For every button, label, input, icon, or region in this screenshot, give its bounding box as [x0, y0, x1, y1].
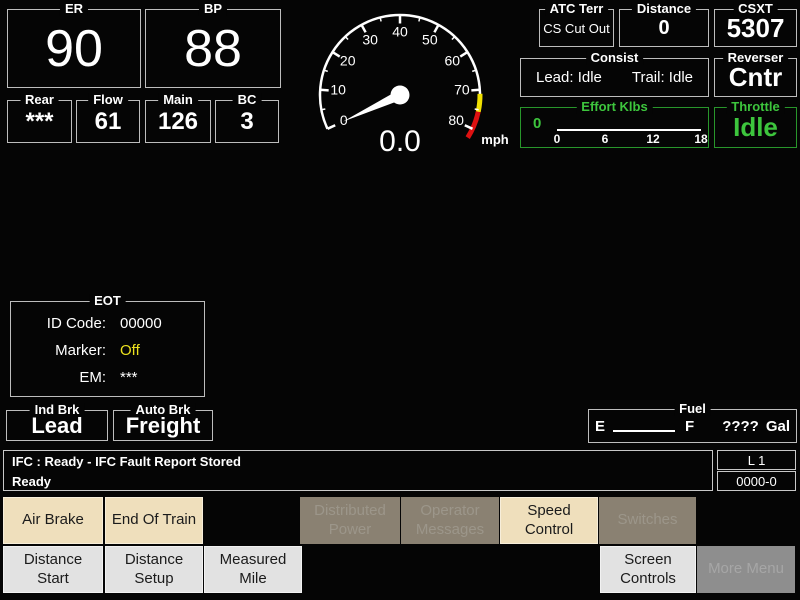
reverser-label: Reverser [722, 51, 789, 65]
consist-label: Consist [585, 51, 644, 65]
status-cell-top: L 1 [717, 450, 796, 470]
consist-lead-status: Lead: Idle [535, 69, 602, 86]
ifc-cab-display: ER 90 BP 88 Rear *** Flow 61 Main 126 BC… [0, 0, 800, 600]
distance-label: Distance [631, 2, 697, 16]
unit-number-value: 5307 [726, 12, 785, 43]
eot-em-label: EM: [79, 369, 106, 386]
eot-label: EOT [89, 294, 126, 308]
bp-value: 88 [184, 19, 242, 78]
speed-units-label: mph [481, 132, 509, 147]
er-value: 90 [45, 19, 103, 78]
bc-pressure-panel: BC 3 [215, 93, 279, 143]
er-label: ER [59, 2, 89, 16]
distance-panel: Distance 0 [619, 2, 709, 47]
consist-panel: Consist Lead: Idle Trail: Idle [520, 51, 709, 97]
distributed-power-button: Distributed Power [300, 497, 400, 544]
speedometer-gauge: 0102030 40 50607080 0.0 mph [318, 13, 509, 156]
atc-terr-panel: ATC Terr CS Cut Out [539, 2, 614, 47]
auto-brk-panel: Auto Brk Freight [113, 403, 213, 441]
eot-em-value: *** [120, 369, 138, 386]
svg-text:60: 60 [445, 52, 461, 68]
switches-button: Switches [599, 497, 696, 544]
measured-mile-button[interactable]: Measured Mile [204, 546, 302, 593]
effort-tick-12: 12 [646, 132, 660, 146]
fuel-label: Fuel [674, 402, 711, 416]
effort-tick-6: 6 [601, 132, 609, 146]
fuel-units-label: Gal [765, 417, 790, 435]
distance-value: 0 [658, 16, 670, 39]
svg-text:80: 80 [448, 112, 464, 128]
flow-panel: Flow 61 [76, 93, 140, 143]
eot-panel: EOT ID Code: 00000 Marker: Off EM: *** [10, 294, 205, 397]
er-pressure-panel: ER 90 [7, 2, 141, 88]
ind-brk-label: Ind Brk [29, 403, 85, 417]
rear-label: Rear [20, 93, 59, 107]
fuel-level-line [613, 420, 676, 432]
flow-value: 61 [94, 107, 122, 135]
fuel-panel: Fuel E F ???? Gal [588, 402, 797, 443]
status-message-box: IFC : Ready - IFC Fault Report Stored Re… [3, 450, 713, 491]
speed-digital-value: 0.0 [379, 125, 421, 156]
bc-label: BC [232, 93, 262, 107]
main-value: 126 [157, 107, 199, 135]
air-brake-button[interactable]: Air Brake [3, 497, 103, 544]
effort-tick-18: 18 [694, 132, 708, 146]
unit-number-panel: CSXT 5307 [714, 2, 797, 47]
status-line-2: Ready [12, 474, 52, 489]
eot-marker-label: Marker: [55, 342, 106, 359]
rear-value: *** [25, 107, 54, 135]
svg-text:20: 20 [340, 52, 356, 68]
speed-control-button[interactable]: Speed Control [500, 497, 598, 544]
svg-text:30: 30 [362, 31, 378, 47]
effort-label: Effort Klbs [576, 100, 653, 114]
svg-text:50: 50 [422, 31, 438, 47]
effort-panel: Effort Klbs 0 0 6 12 18 [520, 100, 709, 148]
bc-value: 3 [240, 107, 254, 135]
more-menu-button: More Menu [697, 546, 795, 593]
effort-scale-line [557, 129, 701, 131]
bp-pressure-panel: BP 88 [145, 2, 281, 88]
fuel-full-label: F [685, 417, 695, 435]
operator-messages-button: Operator Messages [401, 497, 499, 544]
fuel-value: ???? [722, 417, 759, 435]
svg-text:40: 40 [392, 24, 408, 40]
effort-scale: 0 6 12 18 [553, 132, 708, 146]
atc-terr-value: CS Cut Out [543, 20, 610, 36]
main-label: Main [158, 93, 198, 107]
eot-marker-value: Off [120, 342, 140, 359]
bp-label: BP [198, 2, 228, 16]
reverser-value: Cntr [728, 62, 783, 92]
atc-terr-label: ATC Terr [544, 2, 609, 16]
screen-controls-button[interactable]: Screen Controls [600, 546, 696, 593]
fuel-empty-label: E [595, 417, 606, 435]
ind-brk-panel: Ind Brk Lead [6, 403, 108, 441]
status-line-1: IFC : Ready - IFC Fault Report Stored [12, 454, 241, 469]
distance-start-button[interactable]: Distance Start [3, 546, 103, 593]
consist-trail-status: Trail: Idle [631, 69, 693, 86]
throttle-value: Idle [733, 112, 778, 142]
unit-number-label: CSXT [733, 2, 778, 16]
status-cell-bottom: 0000-0 [717, 471, 796, 491]
rear-pressure-panel: Rear *** [7, 93, 72, 143]
effort-value: 0 [533, 115, 542, 132]
reverser-panel: Reverser Cntr [714, 51, 797, 97]
svg-text:10: 10 [330, 82, 346, 98]
end-of-train-button[interactable]: End Of Train [105, 497, 203, 544]
auto-brk-label: Auto Brk [130, 403, 196, 417]
flow-label: Flow [88, 93, 128, 107]
svg-text:70: 70 [454, 82, 470, 98]
distance-setup-button[interactable]: Distance Setup [105, 546, 203, 593]
throttle-panel: Throttle Idle [714, 100, 797, 148]
eot-id-code-label: ID Code: [46, 315, 106, 332]
eot-id-code-value: 00000 [120, 315, 162, 332]
effort-tick-0: 0 [553, 132, 561, 146]
main-pressure-panel: Main 126 [145, 93, 211, 143]
throttle-label: Throttle [726, 100, 785, 114]
